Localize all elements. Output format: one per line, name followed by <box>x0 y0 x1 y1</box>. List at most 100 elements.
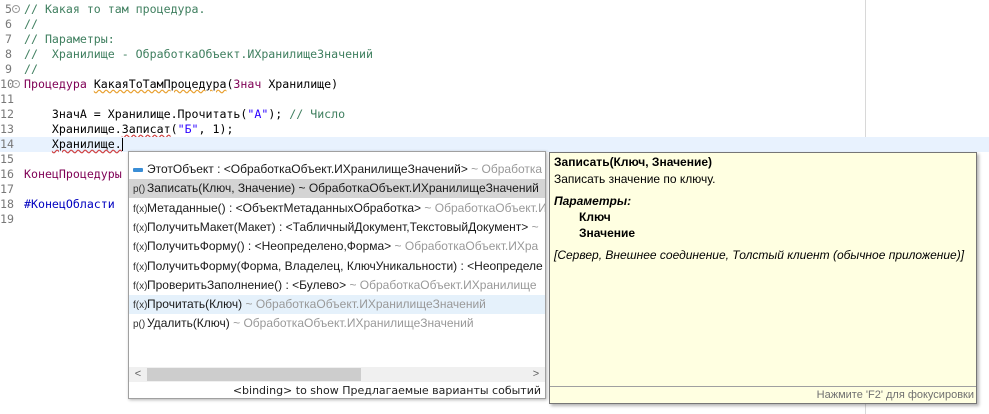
completion-item[interactable]: f(x)ПолучитьФорму(Форма, Владелец, КлючУ… <box>129 257 545 276</box>
line-number: 18 <box>0 197 14 211</box>
code-token: // Какая то там процедура. <box>24 2 206 16</box>
code-token: // Хранилище - ОбработкаОбъект.ИХранилищ… <box>24 47 374 61</box>
code-text: // Какая то там процедура. <box>24 2 205 17</box>
completion-owner: ~ ОбработкаОбъект.ИХранилище <box>346 277 537 292</box>
documentation-tooltip: Записать(Ключ, Значение) Записать значен… <box>549 152 977 404</box>
completion-item[interactable]: f(x)ПолучитьМакет(Макет) : <ТабличныйДок… <box>129 218 545 237</box>
code-text: // Параметры: <box>24 32 115 47</box>
completion-owner: ~ ОбработкаОбъект.И <box>421 200 545 215</box>
code-text: #КонецОбласти <box>24 197 115 212</box>
completion-item[interactable]: p() Записать(Ключ, Значение) ~ ОбработкаО… <box>129 179 545 199</box>
completion-label: Прочитать(Ключ) <box>147 297 243 312</box>
completion-label: Метаданные() : <ОбъектМетаданныхОбработк… <box>147 200 422 215</box>
function-icon: f(x) <box>133 261 148 273</box>
code-line[interactable]: 9 // <box>0 62 989 77</box>
code-token: // Число <box>289 107 346 121</box>
completion-item[interactable]: f(x)Прочитать(Ключ) ~ ОбработкаОбъект.ИХ… <box>129 295 545 315</box>
code-line[interactable]: 10- Процедура КакаяТоТамПроцедура(Знач Хр… <box>0 77 989 92</box>
code-token: // <box>24 62 38 76</box>
code-text: // Хранилище - ОбработкаОбъект.ИХранилищ… <box>24 47 373 62</box>
completion-label: ПроверитьЗаполнение() : <Булево> <box>147 277 347 292</box>
code-text: КонецПроцедуры <box>24 167 122 182</box>
horizontal-scrollbar[interactable]: < > <box>129 367 545 382</box>
code-token: КакаяТоТамПроцедура <box>93 77 227 91</box>
function-icon: f(x) <box>133 242 148 254</box>
code-token: // <box>24 17 38 31</box>
doc-title: Записать(Ключ, Значение) <box>554 155 713 169</box>
completion-owner: ~ Обработка <box>467 162 543 176</box>
function-icon: f(x) <box>133 300 148 312</box>
completion-item[interactable]: f(x)ПолучитьФорму() : <Неопределено,Форм… <box>129 237 545 256</box>
line-number: 8 <box>5 47 12 61</box>
code-token: "Б" <box>177 122 199 136</box>
code-token: Хранилище. <box>51 137 122 151</box>
code-line[interactable]: 11 <box>0 92 989 107</box>
text-cursor <box>121 138 123 151</box>
code-text: // <box>24 62 38 77</box>
code-token: ); <box>268 107 290 121</box>
code-token: "А" <box>247 107 269 121</box>
code-line[interactable]: 8 // Хранилище - ОбработкаОбъект.ИХранили… <box>0 47 989 62</box>
code-token: #КонецОбласти <box>24 197 115 211</box>
code-line[interactable]: 13 Хранилище.Записат("Б", 1); <box>0 122 989 137</box>
function-icon: f(x) <box>133 280 148 292</box>
completion-label: ПолучитьФорму(Форма, Владелец, КлючУника… <box>147 258 543 273</box>
code-text: // <box>24 17 38 32</box>
completion-owner: ~ ОбработкаОбъект.ИХра <box>391 239 539 254</box>
autocomplete-popup: ЭтотОбъект : <ОбработкаОбъект.ИХранилище… <box>128 151 546 399</box>
procedure-icon: p() <box>133 319 146 331</box>
divider <box>550 386 976 387</box>
code-text: Процедура КакаяТоТамПроцедура(Знач Храни… <box>24 77 338 92</box>
completion-item[interactable]: f(x)ПроверитьЗаполнение() : <Булево> ~ О… <box>129 276 545 295</box>
field-icon <box>133 160 147 179</box>
code-token: , 1); <box>198 122 234 136</box>
line-number: 14 <box>0 137 14 151</box>
code-token: Хранилище) <box>261 77 339 91</box>
completion-item[interactable]: ЭтотОбъект : <ОбработкаОбъект.ИХранилище… <box>129 160 545 179</box>
completion-item[interactable]: f(x)Метаданные() : <ОбъектМетаданныхОбра… <box>129 199 545 218</box>
code-token: Знач <box>233 77 262 91</box>
doc-description: Записать значение по ключу. <box>554 172 716 186</box>
code-token: // Параметры: <box>24 32 115 46</box>
code-line[interactable]: 5-// Какая то там процедура. <box>0 2 989 17</box>
scroll-right-icon[interactable]: > <box>529 367 543 382</box>
code-token: Записат <box>121 122 171 136</box>
scroll-thumb[interactable] <box>147 368 361 381</box>
line-number: 16 <box>0 167 14 181</box>
line-number: 5 <box>5 2 12 16</box>
line-number: 10 <box>0 77 14 91</box>
line-number: 17 <box>0 182 14 196</box>
completion-owner: ~ ОбработкаОбъект.ИХранилищеЗначений <box>242 297 486 312</box>
line-number: 7 <box>5 32 12 46</box>
completion-owner: ~ <box>528 219 539 234</box>
procedure-icon: p() <box>133 184 146 196</box>
doc-context: [Сервер, Внешнее соединение, Толстый кли… <box>554 248 965 262</box>
fold-collapse-icon[interactable]: - <box>12 5 20 13</box>
function-icon: f(x) <box>133 203 148 215</box>
code-token: КонецПроцедуры <box>24 167 122 181</box>
line-number: 15 <box>0 152 14 166</box>
code-token: ( <box>170 122 178 136</box>
scroll-left-icon[interactable]: < <box>131 367 145 382</box>
code-text: ЗначА = Хранилище.Прочитать("А"); // Чис… <box>24 107 345 122</box>
completion-label: ЭтотОбъект : <ОбработкаОбъект.ИХранилище… <box>147 162 468 176</box>
completion-item[interactable]: p() Удалить(Ключ) ~ ОбработкаОбъект.ИХран… <box>129 314 545 333</box>
completion-label: Удалить(Ключ) <box>147 316 230 331</box>
code-text: Хранилище.Записат("Б", 1); <box>24 122 234 137</box>
line-number: 11 <box>0 92 14 106</box>
line-number: 9 <box>5 62 12 76</box>
doc-params-label: Параметры: <box>554 194 632 208</box>
popup-status-text: <binding> to show Предлагаемые варианты … <box>232 384 541 397</box>
doc-param: Значение <box>579 226 636 240</box>
code-token: Хранилище. <box>24 122 122 136</box>
completion-label: Записать(Ключ, Значение) ~ ОбработкаОбъе… <box>147 181 539 196</box>
code-line[interactable]: 7 // Параметры: <box>0 32 989 47</box>
code-line[interactable]: 12 ЗначА = Хранилище.Прочитать("А"); // … <box>0 107 989 122</box>
code-text: Хранилище. <box>24 137 123 152</box>
fold-collapse-icon[interactable]: - <box>12 80 20 88</box>
code-line[interactable]: 6 // <box>0 17 989 32</box>
code-line[interactable]: 14 Хранилище. <box>0 137 989 152</box>
completion-label: ПолучитьМакет(Макет) : <ТабличныйДокумен… <box>147 219 529 234</box>
